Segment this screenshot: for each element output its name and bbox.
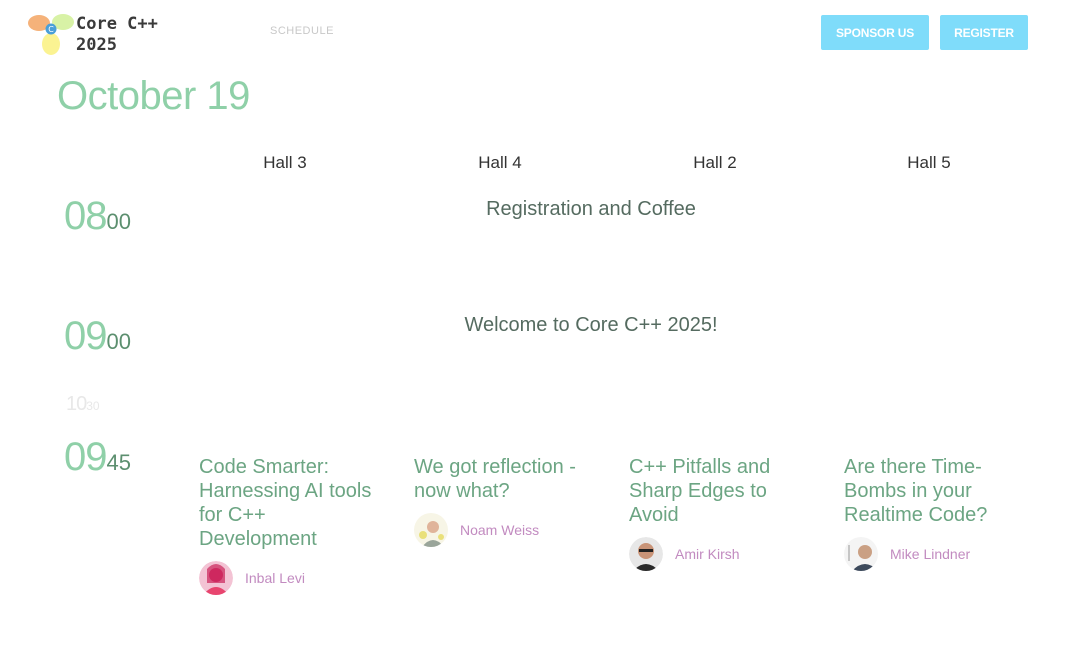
time-slot-faded: 1030 [66,393,100,415]
speaker-name[interactable]: Noam Weiss [460,522,539,538]
speaker-avatar [844,537,878,571]
speaker-name[interactable]: Amir Kirsh [675,546,740,562]
logo-year: 2025 [76,35,117,55]
sponsor-us-button[interactable]: SPONSOR US [821,15,929,50]
site-logo[interactable]: C Core C++ 2025 [28,12,168,56]
logo-name: Core C++ [76,14,158,34]
speaker[interactable]: Inbal Levi [199,561,379,595]
speaker[interactable]: Mike Lindner [844,537,1024,571]
hall-header-3: Hall 3 [263,153,307,172]
speaker-avatar [629,537,663,571]
plenary-session: Registration and Coffee [486,198,696,220]
register-button[interactable]: REGISTER [940,15,1028,50]
time-slot: 0945 [64,435,131,479]
talk-card[interactable]: C++ Pitfalls and Sharp Edges to Avoid Am… [629,455,809,571]
speaker-avatar [199,561,233,595]
svg-text:C: C [48,25,54,34]
schedule-page: C Core C++ 2025 SCHEDULE SPONSOR US REGI… [0,0,1080,651]
talk-title[interactable]: C++ Pitfalls and Sharp Edges to Avoid [629,455,809,527]
logo-mark-icon: C [28,14,74,55]
time-slot: 0800 [64,194,131,238]
hall-header-2: Hall 2 [693,153,737,172]
talk-card[interactable]: Are there Time-Bombs in your Realtime Co… [844,455,1024,571]
speaker-avatar [414,513,448,547]
speaker-name[interactable]: Mike Lindner [890,546,970,562]
hall-header-4: Hall 4 [478,153,522,172]
hall-header-5: Hall 5 [907,153,951,172]
plenary-session[interactable]: Welcome to Core C++ 2025! [420,314,762,337]
time-slot: 0900 [64,314,131,358]
day-title: October 19 [57,74,250,118]
talk-card[interactable]: Code Smarter: Harnessing AI tools for C+… [199,455,379,595]
speaker[interactable]: Amir Kirsh [629,537,809,571]
talk-card[interactable]: We got reflection - now what? Noam Weiss [414,455,594,547]
talk-title[interactable]: We got reflection - now what? [414,455,594,503]
speaker[interactable]: Noam Weiss [414,513,594,547]
nav-schedule-link[interactable]: SCHEDULE [270,25,334,37]
talk-title[interactable]: Code Smarter: Harnessing AI tools for C+… [199,455,379,551]
talk-title[interactable]: Are there Time-Bombs in your Realtime Co… [844,455,1024,527]
speaker-name[interactable]: Inbal Levi [245,570,305,586]
